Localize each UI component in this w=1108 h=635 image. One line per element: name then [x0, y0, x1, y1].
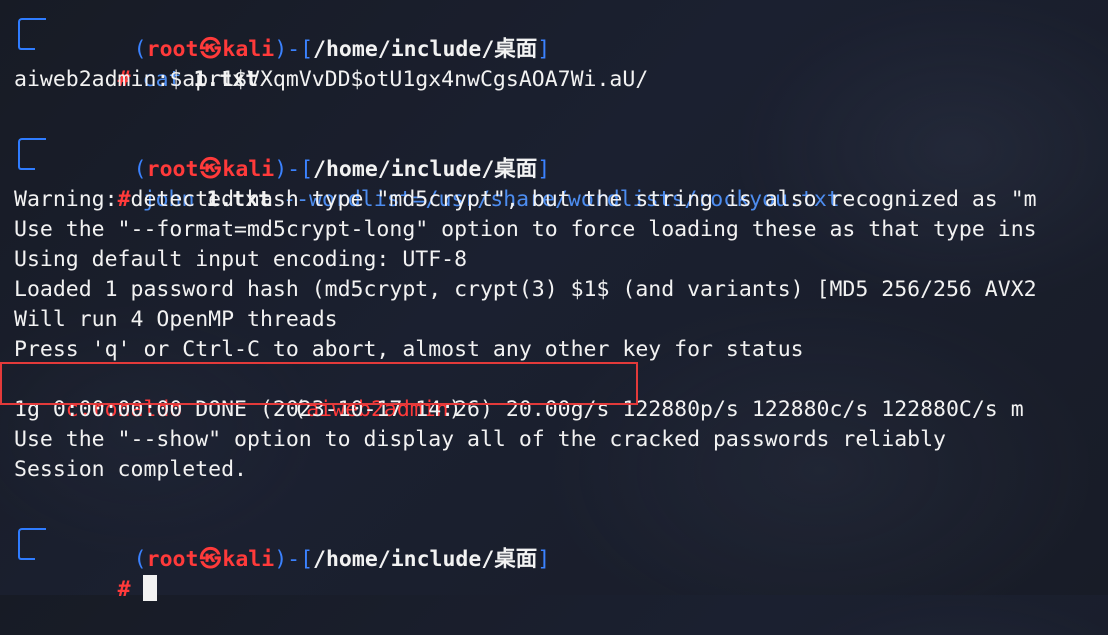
- prompt-skull-icon: ㉿: [199, 547, 222, 572]
- prompt-cwd-open: [: [300, 37, 314, 62]
- output-line: aiweb2admin:$apr1$VXqmVvDD$otU1gx4nwCgsA…: [14, 67, 649, 92]
- prompt-corner-bottom: [18, 544, 35, 560]
- prompt-hash: #: [117, 577, 131, 602]
- command-line[interactable]: # john 1.txt --wordlist=/usr/share/wordlist…: [40, 155, 840, 212]
- prompt-block-2: (root㉿kali)-[/home/include/桌面] # john 1.tx…: [0, 125, 1108, 212]
- prompt-corner-bottom: [18, 34, 35, 50]
- prompt-cwd-open: [: [300, 547, 314, 572]
- prompt-line: (root㉿kali)-[/home/include/桌面]: [56, 515, 551, 572]
- prompt-dash: -: [287, 547, 301, 572]
- prompt-cwd: /home/include/桌面: [313, 37, 538, 62]
- prompt-cwd-close: ]: [537, 547, 551, 572]
- output-line: Use the "--show" option to display all o…: [14, 427, 946, 452]
- terminal-window[interactable]: (root㉿kali)-[/home/include/桌面] # cat 1.txt…: [0, 5, 1108, 602]
- prompt-close-paren: ): [274, 547, 288, 572]
- password-highlight-box: [0, 362, 638, 405]
- output-line: Press 'q' or Ctrl-C to abort, almost any…: [14, 337, 804, 362]
- prompt-block-1: (root㉿kali)-[/home/include/桌面] # cat 1.txt: [0, 5, 1108, 92]
- prompt-block-3: (root㉿kali)-[/home/include/桌面] #: [0, 515, 1108, 602]
- prompt-line: (root㉿kali)-[/home/include/桌面]: [56, 125, 551, 182]
- output-line: Warning: detected hash type "md5crypt", …: [14, 187, 1037, 212]
- text-cursor[interactable]: [142, 575, 157, 601]
- command-input-line[interactable]: #: [40, 545, 157, 602]
- prompt-close-paren: ): [274, 37, 288, 62]
- output-line: Use the "--format=md5crypt-long" option …: [14, 217, 1037, 242]
- prompt-cwd-close: ]: [537, 37, 551, 62]
- prompt-host: kali: [222, 547, 275, 572]
- output-line: Using default input encoding: UTF-8: [14, 247, 468, 272]
- prompt-dash: -: [287, 37, 301, 62]
- output-line: Session completed.: [14, 457, 247, 482]
- prompt-line: (root㉿kali)-[/home/include/桌面]: [56, 5, 551, 62]
- prompt-cwd: /home/include/桌面: [313, 547, 538, 572]
- prompt-corner-bottom: [18, 154, 35, 170]
- output-line: Loaded 1 password hash (md5crypt, crypt(…: [14, 277, 1037, 302]
- command-line[interactable]: # cat 1.txt: [40, 35, 259, 92]
- output-line: Will run 4 OpenMP threads: [14, 307, 338, 332]
